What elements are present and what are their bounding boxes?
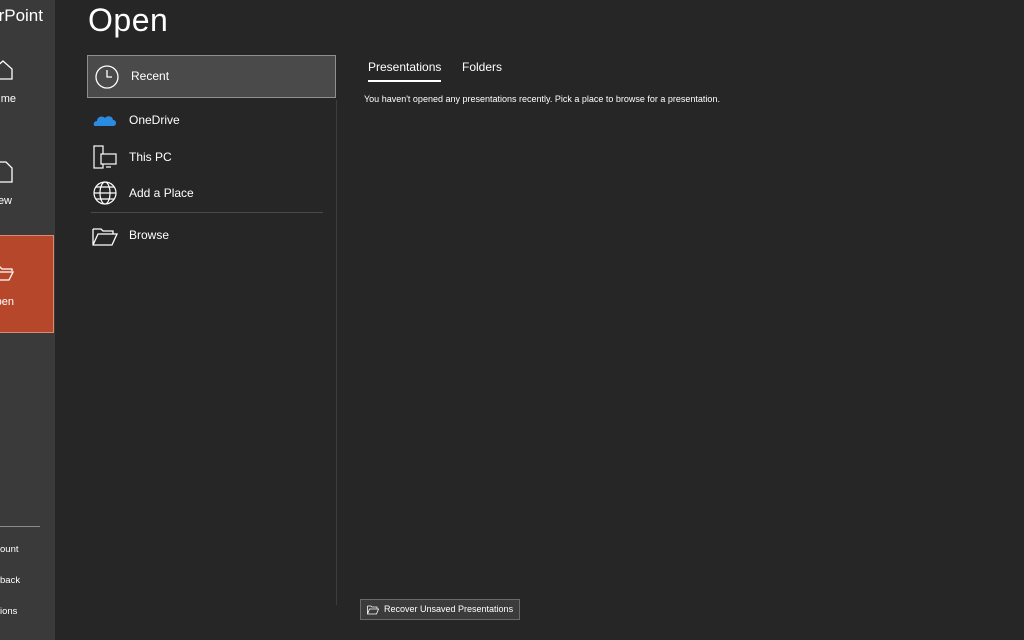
tab-presentations[interactable]: Presentations [368,60,442,82]
sidebar-item-label: pen [0,296,14,308]
clock-icon [95,65,119,89]
sidebar-item-home[interactable]: me [0,55,55,123]
place-recent[interactable]: Recent [87,55,336,98]
place-this-pc[interactable]: This PC [87,137,336,177]
place-label: Recent [131,69,170,83]
recover-unsaved-button[interactable]: Recover Unsaved Presentations [360,599,520,620]
folder-icon [367,605,379,615]
place-add-a-place[interactable]: Add a Place [87,175,336,215]
page-title: Open [88,2,169,38]
place-label: Browse [129,228,170,242]
cloud-icon [93,116,116,126]
computer-icon [93,145,117,169]
recover-button-label: Recover Unsaved Presentations [384,604,514,614]
sidebar-item-label: me [0,93,16,105]
sidebar-link-feedback[interactable]: back [0,575,20,586]
open-folder-icon [0,266,14,281]
home-icon [0,60,13,80]
places-divider [91,212,323,213]
new-file-icon [0,161,13,183]
app-name: rPoint [0,6,43,25]
places-list: Recent OneDrive This PC Add a Place Brow… [87,55,337,605]
place-label: OneDrive [129,113,180,127]
place-label: Add a Place [129,186,194,200]
sidebar-item-new[interactable]: ew [0,155,55,223]
backstage-window: rPoint me ew pen ount back ions Open [0,0,1024,640]
empty-state-message: You haven't opened any presentations rec… [364,94,720,104]
sidebar-divider [0,526,40,527]
folder-icon [92,228,118,246]
place-onedrive[interactable]: OneDrive [87,100,336,140]
globe-icon [93,181,117,205]
sidebar-link-account[interactable]: ount [0,544,19,555]
tab-folders[interactable]: Folders [462,60,502,80]
sidebar-item-label: ew [0,195,12,207]
backstage-sidebar: rPoint me ew pen ount back ions [0,0,55,640]
place-browse[interactable]: Browse [87,217,336,257]
places-separator [336,100,337,605]
sidebar-link-options[interactable]: ions [0,606,17,617]
sidebar-item-open[interactable]: pen [0,235,54,333]
place-label: This PC [129,150,172,164]
